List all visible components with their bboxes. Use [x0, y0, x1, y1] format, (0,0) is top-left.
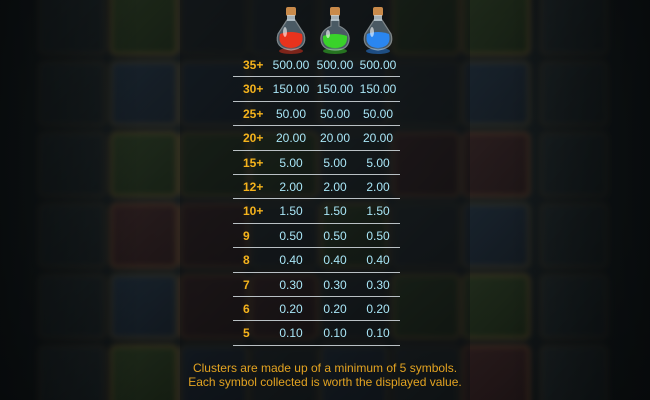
cluster-size: 6	[243, 301, 250, 316]
paytable-row: 9 0.50 0.50 0.50	[233, 224, 400, 249]
red-potion-value: 150.00	[272, 82, 310, 97]
red-potion-value: 50.00	[275, 106, 307, 121]
paytable-row: 20+ 20.00 20.00 20.00	[233, 126, 400, 151]
blue-potion-value: 20.00	[362, 131, 394, 146]
paytable-screen: 35+ 500.00 500.00 500.00 30+ 150.00 150.…	[0, 0, 650, 400]
cluster-size: 7	[243, 277, 250, 292]
red-potion-value: 0.30	[279, 277, 303, 292]
blue-potion-value: 2.00	[366, 179, 390, 194]
red-potion-value: 5.00	[279, 155, 303, 170]
red-potion-value: 1.50	[279, 204, 303, 219]
blue-potion-value: 50.00	[362, 106, 394, 121]
cluster-size: 35+	[243, 58, 264, 72]
paytable-row: 35+ 500.00 500.00 500.00	[233, 53, 400, 78]
red-potion-value: 0.10	[279, 326, 303, 341]
rules-text-line-1: Clusters are made up of a minimum of 5 s…	[192, 361, 458, 375]
paytable: 35+ 500.00 500.00 500.00 30+ 150.00 150.…	[233, 53, 400, 346]
red-potion-value: 2.00	[279, 179, 303, 194]
paytable-row: 12+ 2.00 2.00 2.00	[233, 175, 400, 200]
cluster-size: 30+	[243, 82, 264, 97]
paytable-row: 15+ 5.00 5.00 5.00	[233, 151, 400, 175]
blue-potion-icon	[363, 7, 393, 54]
blue-potion-value: 0.10	[366, 326, 390, 341]
symbol-header	[0, 4, 650, 56]
red-potion-value: 500.00	[272, 58, 310, 72]
cluster-size: 15+	[243, 155, 264, 170]
blue-potion-value: 0.40	[366, 253, 390, 268]
blue-potion-value: 150.00	[359, 82, 397, 97]
green-potion-icon	[320, 7, 350, 54]
right-vignette	[510, 0, 650, 400]
cluster-size: 5	[243, 326, 250, 341]
red-potion-value: 0.50	[279, 228, 303, 243]
paytable-row: 30+ 150.00 150.00 150.00	[233, 77, 400, 102]
red-potion-value: 0.20	[279, 301, 303, 316]
left-vignette	[0, 0, 140, 400]
paytable-row: 6 0.20 0.20 0.20	[233, 297, 400, 322]
blue-potion-value: 1.50	[366, 204, 390, 219]
paytable-row: 10+ 1.50 1.50 1.50	[233, 199, 400, 224]
red-potion-value: 20.00	[275, 131, 307, 146]
blue-potion-value: 0.30	[366, 277, 390, 292]
blue-potion-value: 0.20	[366, 301, 390, 316]
cluster-size: 8	[243, 253, 250, 268]
paytable-row: 5 0.10 0.10 0.10	[233, 321, 400, 346]
paytable-row: 8 0.40 0.40 0.40	[233, 248, 400, 273]
blue-potion-value: 0.50	[366, 228, 390, 243]
red-potion-value: 0.40	[279, 253, 303, 268]
cluster-size: 12+	[243, 179, 264, 194]
blue-potion-value: 5.00	[366, 155, 390, 170]
cluster-size: 25+	[243, 106, 264, 121]
rules-text-line-2: Each symbol collected is worth the displ…	[188, 375, 462, 389]
cluster-size: 20+	[243, 131, 264, 146]
cluster-size: 10+	[243, 204, 264, 219]
red-potion-icon	[276, 7, 306, 54]
cluster-size: 9	[243, 228, 250, 243]
paytable-row: 7 0.30 0.30 0.30	[233, 273, 400, 297]
blue-potion-value: 500.00	[359, 58, 397, 72]
paytable-row: 25+ 50.00 50.00 50.00	[233, 102, 400, 127]
